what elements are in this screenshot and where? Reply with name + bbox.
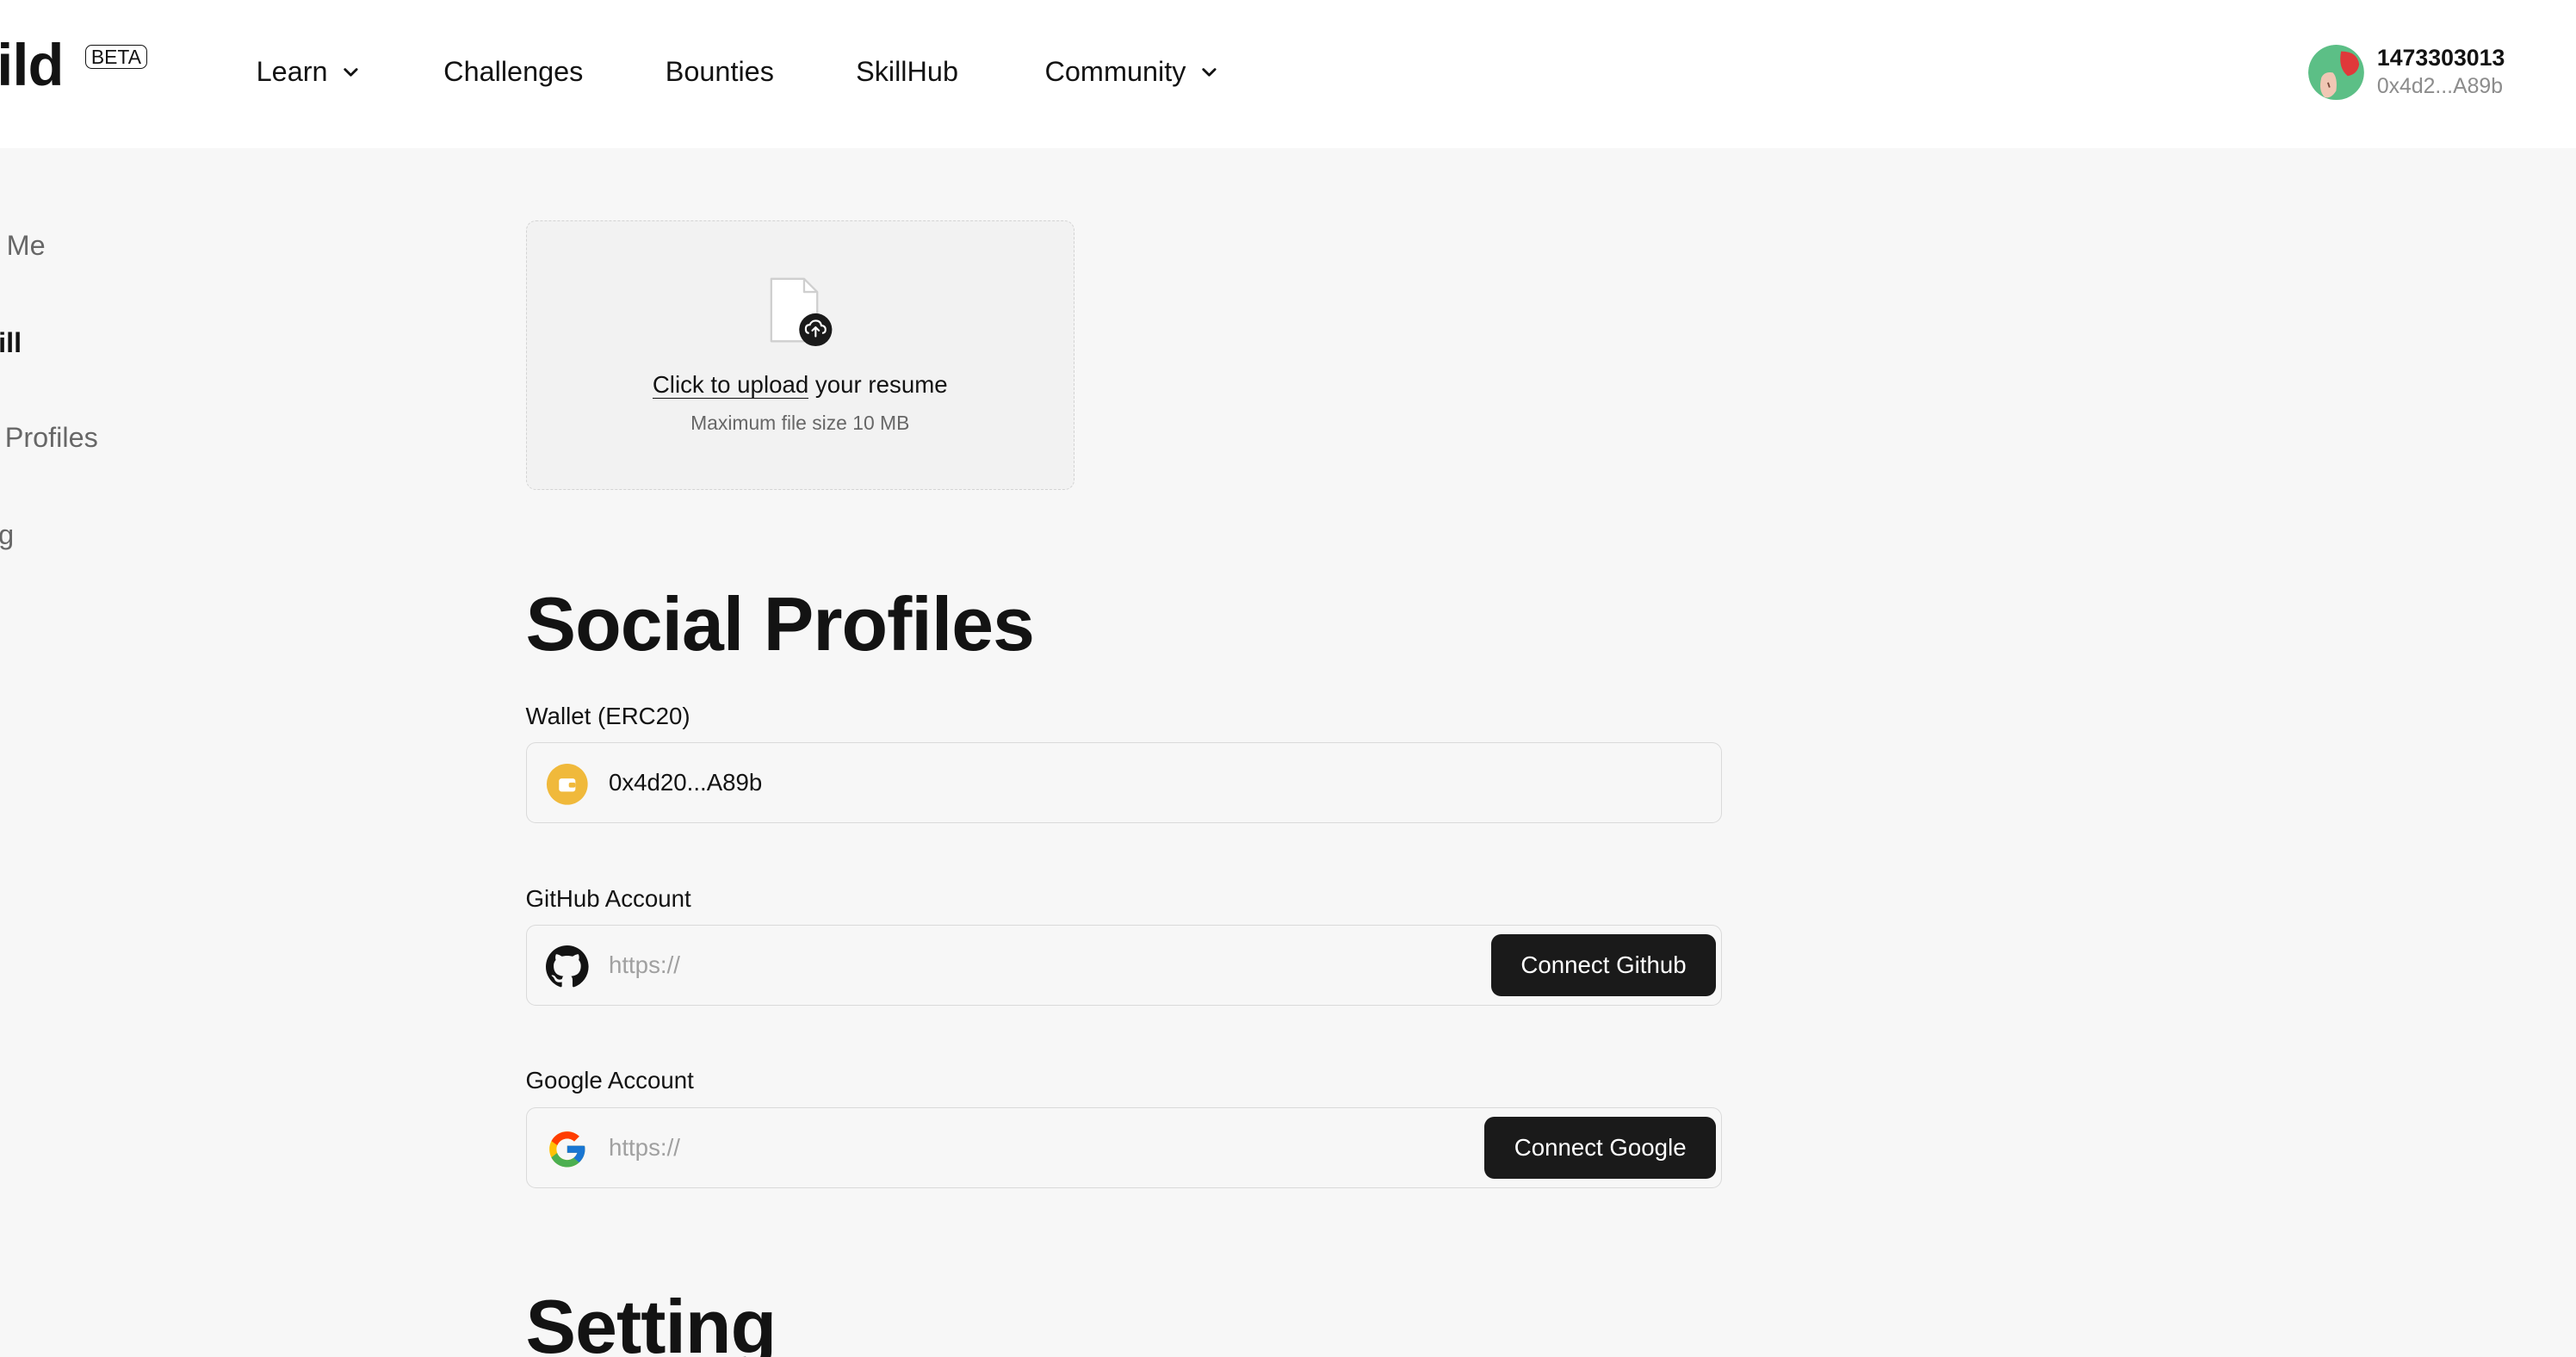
- wallet-field: 0x4d20...A89b: [525, 742, 1722, 823]
- github-field: Connect Github: [525, 925, 1722, 1006]
- connect-google-button[interactable]: Connect Google: [1484, 1116, 1716, 1180]
- sidebar-item-setting[interactable]: g: [0, 517, 14, 554]
- nav-learn-label: Learn: [256, 55, 328, 87]
- beta-badge: BETA: [85, 44, 147, 70]
- resume-upload-dropzone[interactable]: Click to upload your resume Maximum file…: [525, 220, 1074, 490]
- nav-bounties[interactable]: Bounties: [666, 54, 774, 90]
- avatar[interactable]: [2307, 44, 2364, 101]
- sidebar-item-about-me[interactable]: Me: [7, 228, 46, 264]
- top-navbar: ild BETA Learn Challenges Bounties Skill…: [0, 0, 2576, 148]
- github-icon: [546, 945, 590, 988]
- avatar-image: [2307, 44, 2364, 101]
- sidebar-item-social-profiles[interactable]: Profiles: [5, 420, 98, 456]
- setting-heading: Setting: [525, 1285, 777, 1357]
- nav-skillhub-label: SkillHub: [856, 55, 958, 87]
- file-upload-icon: [770, 277, 833, 346]
- nav-community[interactable]: Community: [1044, 54, 1218, 90]
- nav-bounties-label: Bounties: [665, 55, 774, 87]
- connect-github-button[interactable]: Connect Github: [1491, 933, 1716, 997]
- user-menu[interactable]: 1473303013 0x4d2...A89b: [2307, 43, 2505, 102]
- upload-prompt: Click to upload your resume: [527, 369, 1074, 401]
- social-profiles-heading: Social Profiles: [525, 581, 1035, 666]
- google-icon: [549, 1131, 585, 1168]
- upload-size-hint: Maximum file size 10 MB: [690, 412, 910, 435]
- github-label: GitHub Account: [525, 884, 691, 912]
- upload-link[interactable]: Click to upload: [652, 371, 809, 400]
- nav-skillhub[interactable]: SkillHub: [856, 54, 958, 90]
- github-url-input[interactable]: [608, 945, 1464, 985]
- chevron-down-icon: [344, 68, 358, 77]
- user-name: 1473303013: [2376, 44, 2505, 71]
- wallet-label: Wallet (ERC20): [525, 702, 690, 729]
- page: ild BETA Learn Challenges Bounties Skill…: [0, 0, 2576, 1357]
- google-url-input[interactable]: [608, 1127, 1464, 1168]
- user-info: 1473303013 0x4d2...A89b: [2377, 43, 2505, 102]
- wallet-address-value: 0x4d20...A89b: [608, 769, 763, 796]
- user-address: 0x4d2...A89b: [2376, 74, 2503, 98]
- sidebar-item-skill[interactable]: ill: [0, 325, 22, 362]
- nav-learn[interactable]: Learn: [257, 54, 361, 90]
- chevron-down-icon: [1202, 68, 1217, 77]
- upload-prompt-rest: your resume: [808, 371, 948, 399]
- logo[interactable]: ild: [0, 29, 64, 102]
- nav-challenges-label: Challenges: [443, 55, 584, 87]
- google-field: Connect Google: [525, 1106, 1722, 1188]
- nav-challenges[interactable]: Challenges: [443, 54, 583, 90]
- wallet-icon: [547, 764, 589, 805]
- nav-community-label: Community: [1044, 55, 1186, 87]
- google-label: Google Account: [525, 1067, 694, 1094]
